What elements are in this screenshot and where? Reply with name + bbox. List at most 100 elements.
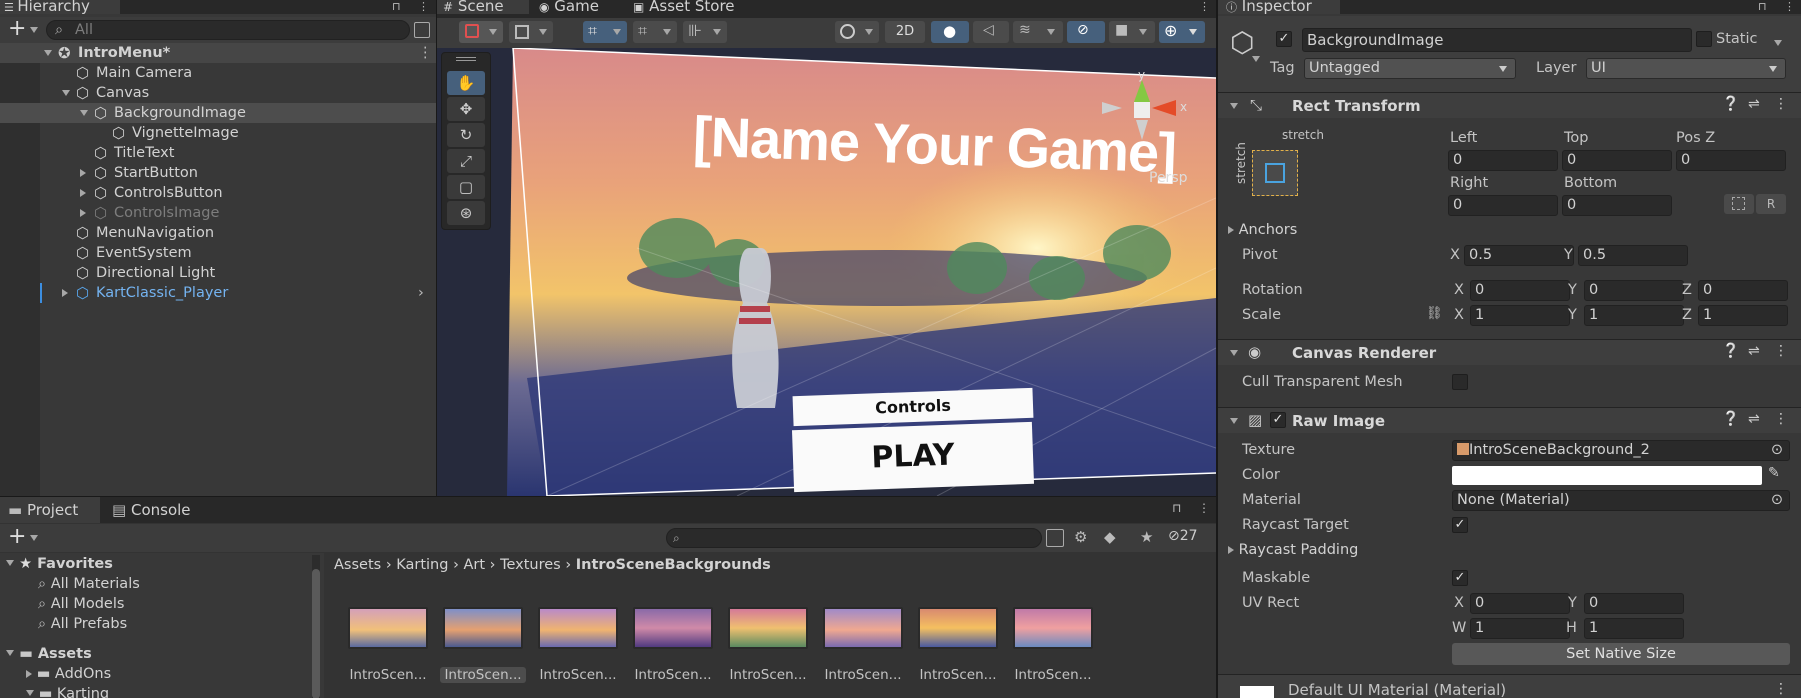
chevron-right-icon[interactable] <box>80 189 86 197</box>
bottom-input[interactable]: 0 <box>1562 195 1672 216</box>
static-dropdown[interactable] <box>1774 36 1782 52</box>
presets-icon[interactable]: ⇌ <box>1748 411 1760 427</box>
blueprint-mode-button[interactable] <box>1724 194 1754 214</box>
hierarchy-item[interactable]: ⬡ ControlsImage <box>0 203 436 223</box>
tag-dropdown[interactable]: Untagged <box>1304 58 1516 79</box>
rect-transform-header[interactable]: ⤡ Rect Transform ❔ ⇌ ⋮ <box>1218 92 1801 118</box>
breadcrumb-item[interactable]: Art <box>463 557 485 573</box>
kebab-menu-icon[interactable]: ⋮ <box>418 43 433 63</box>
raycast-padding-foldout[interactable]: Raycast Padding <box>1228 540 1358 560</box>
panel-menu-icon[interactable]: ⋮ <box>1199 0 1210 13</box>
tab-game[interactable]: ◉ Game <box>533 0 623 14</box>
folder-tree-scrollbar[interactable] <box>312 555 320 698</box>
raw-edit-button[interactable]: R <box>1756 194 1786 214</box>
increment-snap-button[interactable]: ⌗ <box>633 21 677 43</box>
help-icon[interactable]: ❔ <box>1722 343 1739 359</box>
hierarchy-item[interactable]: ⬡ TitleText <box>0 143 436 163</box>
asset-thumbnail-label[interactable]: IntroScen... <box>345 667 431 683</box>
create-asset-button[interactable]: + <box>8 525 39 549</box>
folder-item-addons[interactable]: ▬ AddOns <box>26 664 111 684</box>
color-swatch[interactable] <box>1452 466 1762 485</box>
overlay-drag-handle[interactable] <box>456 57 476 61</box>
breadcrumb-item[interactable]: Assets <box>334 557 381 573</box>
help-icon[interactable]: ❔ <box>1722 96 1739 112</box>
chevron-right-icon[interactable] <box>62 289 68 297</box>
hierarchy-item[interactable]: ⬡ MenuNavigation <box>0 223 436 243</box>
uv-y-input[interactable]: 0 <box>1584 593 1684 614</box>
raw-image-header[interactable]: ▨ ✓ Raw Image ❔ ⇌ ⋮ <box>1218 407 1801 433</box>
lock-icon[interactable]: ⊓ <box>1758 0 1767 13</box>
favorites-header[interactable]: ★ Favorites <box>6 554 113 574</box>
kebab-menu-icon[interactable]: ⋮ <box>1774 96 1788 112</box>
gizmos-button[interactable]: ⊕ <box>1159 21 1205 43</box>
scene-orientation-gizmo[interactable]: y x <box>1102 68 1202 158</box>
hierarchy-item[interactable]: ⬡ VignetteImage <box>0 123 436 143</box>
draw-mode-button[interactable] <box>459 21 503 43</box>
breadcrumb-item[interactable]: Textures <box>500 557 561 573</box>
favorite-star-icon[interactable]: ★ <box>1140 528 1153 546</box>
filter-by-type-icon[interactable]: ⚙ <box>1074 528 1087 546</box>
project-search-input[interactable]: ⌕ <box>666 528 1042 548</box>
anchors-foldout[interactable]: Anchors <box>1228 220 1297 240</box>
chevron-right-icon[interactable]: › <box>418 283 424 303</box>
layer-dropdown[interactable]: UI <box>1586 58 1786 79</box>
asset-thumbnail-label[interactable]: IntroScen... <box>915 667 1001 683</box>
right-input[interactable]: 0 <box>1448 195 1558 216</box>
asset-thumbnail[interactable] <box>918 607 998 649</box>
rotation-y-input[interactable]: 0 <box>1584 280 1684 301</box>
folder-item-karting[interactable]: ▬ Karting <box>26 684 109 698</box>
object-name-input[interactable]: BackgroundImage <box>1302 28 1692 52</box>
hierarchy-item[interactable]: ⬡ BackgroundImage <box>0 103 436 123</box>
object-active-checkbox[interactable]: ✓ <box>1276 31 1292 47</box>
scene-viewport[interactable]: [Name Your Game] Persp Controls PLAY y x <box>437 48 1216 496</box>
panel-menu-icon[interactable]: ⋮ <box>1784 0 1795 13</box>
breadcrumb-item[interactable]: Karting <box>396 557 448 573</box>
effects-button[interactable]: ≋ <box>1013 21 1063 43</box>
asset-thumbnail[interactable] <box>823 607 903 649</box>
assets-header[interactable]: ▬ Assets <box>6 644 92 664</box>
scale-tool-button[interactable]: ⤢ <box>447 149 485 173</box>
lighting-button[interactable]: ● <box>931 21 969 43</box>
breadcrumb-item-current[interactable]: IntroSceneBackgrounds <box>576 557 771 573</box>
hierarchy-item[interactable]: ⬡ Main Camera <box>0 63 436 83</box>
rect-tool-button[interactable]: ▢ <box>447 175 485 199</box>
hierarchy-search-input[interactable]: ⌕ All <box>46 20 410 40</box>
chevron-down-icon[interactable] <box>44 50 52 56</box>
kebab-menu-icon[interactable]: ⋮ <box>1774 681 1788 697</box>
asset-thumbnail[interactable] <box>633 607 713 649</box>
hierarchy-scene-row[interactable]: ✪ IntroMenu* ⋮ <box>0 43 436 63</box>
pivot-x-input[interactable]: 0.5 <box>1464 245 1574 266</box>
move-tool-button[interactable]: ✥ <box>447 97 485 121</box>
kebab-menu-icon[interactable]: ⋮ <box>1774 411 1788 427</box>
hand-tool-button[interactable]: ✋ <box>447 71 485 95</box>
tab-asset-store[interactable]: ▣ Asset Store <box>627 0 767 14</box>
toggle-2d-button[interactable]: 2D <box>885 21 925 43</box>
gizmo-cube-button[interactable] <box>509 21 553 43</box>
tab-scene[interactable]: # Scene <box>437 0 529 14</box>
create-button[interactable]: + <box>8 17 39 41</box>
uv-h-input[interactable]: 1 <box>1584 618 1684 639</box>
favorite-item-all-materials[interactable]: ⌕ All Materials <box>38 574 140 594</box>
asset-thumbnail-label[interactable]: IntroScen... <box>820 667 906 683</box>
asset-thumbnail[interactable] <box>1013 607 1093 649</box>
raw-image-enabled-checkbox[interactable]: ✓ <box>1270 412 1286 428</box>
favorite-item-all-models[interactable]: ⌕ All Models <box>38 594 124 614</box>
filter-by-label-icon[interactable]: ◆ <box>1104 528 1116 546</box>
asset-thumbnail-label[interactable]: IntroScen... <box>440 667 526 683</box>
top-input[interactable]: 0 <box>1562 150 1672 171</box>
pivot-y-input[interactable]: 0.5 <box>1578 245 1688 266</box>
left-input[interactable]: 0 <box>1448 150 1558 171</box>
canvas-renderer-header[interactable]: ◉ Canvas Renderer ❔ ⇌ ⋮ <box>1218 339 1801 365</box>
static-checkbox[interactable] <box>1696 31 1712 47</box>
maskable-checkbox[interactable]: ✓ <box>1452 570 1468 586</box>
chevron-down-icon[interactable] <box>62 90 70 96</box>
kebab-menu-icon[interactable]: ⋮ <box>1774 343 1788 359</box>
lock-icon[interactable]: ⊓ <box>392 0 401 13</box>
cull-transparent-checkbox[interactable] <box>1452 374 1468 390</box>
chevron-down-icon[interactable] <box>80 110 88 116</box>
tab-hierarchy[interactable]: ☰ Hierarchy <box>0 0 120 14</box>
anchor-presets-button[interactable] <box>1252 150 1298 196</box>
favorite-item-all-prefabs[interactable]: ⌕ All Prefabs <box>38 614 127 634</box>
asset-thumbnail-label[interactable]: IntroScen... <box>630 667 716 683</box>
transform-tool-button[interactable]: ⊛ <box>447 201 485 225</box>
